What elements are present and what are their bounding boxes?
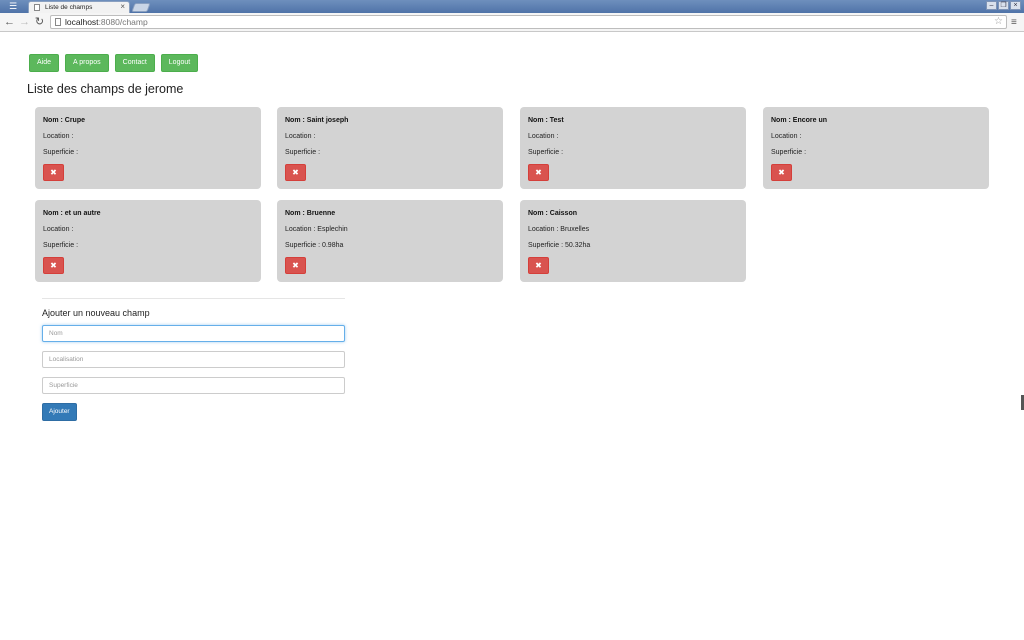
form-divider bbox=[42, 298, 345, 299]
field-card: Nom : Crupe Location : Superficie : ✖ bbox=[35, 107, 261, 189]
field-superficie: Superficie : bbox=[285, 149, 321, 156]
delete-field-button[interactable]: ✖ bbox=[43, 164, 64, 181]
field-card: Nom : Bruenne Location : Esplechin Super… bbox=[277, 200, 503, 282]
page-content: Aide A propos Contact Logout Liste des c… bbox=[0, 33, 1024, 640]
field-name: Nom : Caisson bbox=[528, 210, 578, 217]
field-card: Nom : Saint joseph Location : Superficie… bbox=[277, 107, 503, 189]
close-window-icon[interactable]: × bbox=[1010, 1, 1021, 10]
add-field-button[interactable]: Ajouter bbox=[42, 403, 77, 421]
field-card: Nom : Caisson Location : Bruxelles Super… bbox=[520, 200, 746, 282]
field-card: Nom : et un autre Location : Superficie … bbox=[35, 200, 261, 282]
minimize-icon[interactable]: – bbox=[986, 1, 997, 10]
reload-icon[interactable]: ↻ bbox=[33, 15, 46, 29]
delete-field-button[interactable]: ✖ bbox=[285, 164, 306, 181]
delete-field-button[interactable]: ✖ bbox=[771, 164, 792, 181]
browser-menu-icon[interactable]: ☰ bbox=[3, 1, 23, 12]
field-superficie: Superficie : bbox=[771, 149, 807, 156]
chrome-menu-icon[interactable]: ≡ bbox=[1011, 16, 1017, 29]
delete-field-button[interactable]: ✖ bbox=[528, 164, 549, 181]
field-name: Nom : Test bbox=[528, 117, 564, 124]
tab-title: Liste de champs bbox=[45, 4, 93, 11]
localisation-input[interactable] bbox=[42, 351, 345, 368]
field-name: Nom : Bruenne bbox=[285, 210, 336, 217]
field-name: Nom : et un autre bbox=[43, 210, 101, 217]
back-icon[interactable]: ← bbox=[3, 15, 16, 29]
field-location: Location : Bruxelles bbox=[528, 226, 590, 233]
delete-field-button[interactable]: ✖ bbox=[285, 257, 306, 274]
add-field-form-title: Ajouter un nouveau champ bbox=[42, 308, 150, 318]
nav-contact-button[interactable]: Contact bbox=[114, 54, 155, 72]
nom-input[interactable] bbox=[42, 325, 345, 342]
field-name: Nom : Saint joseph bbox=[285, 117, 349, 124]
address-bar[interactable]: localhost:8080/champ ☆ bbox=[50, 15, 1007, 29]
field-location: Location : bbox=[771, 133, 802, 140]
field-superficie: Superficie : bbox=[43, 242, 79, 249]
field-location: Location : bbox=[43, 226, 74, 233]
new-tab-button[interactable] bbox=[131, 3, 151, 12]
browser-titlebar: ☰ Liste de champs × – ❐ × bbox=[0, 0, 1024, 13]
delete-field-button[interactable]: ✖ bbox=[43, 257, 64, 274]
field-superficie: Superficie : bbox=[528, 149, 564, 156]
field-location: Location : bbox=[528, 133, 559, 140]
field-location: Location : bbox=[43, 133, 74, 140]
delete-field-button[interactable]: ✖ bbox=[528, 257, 549, 274]
field-location: Location : Esplechin bbox=[285, 226, 348, 233]
nav-aide-button[interactable]: Aide bbox=[29, 54, 60, 72]
page-favicon-icon bbox=[34, 4, 40, 11]
field-card: Nom : Test Location : Superficie : ✖ bbox=[520, 107, 746, 189]
bookmark-star-icon[interactable]: ☆ bbox=[994, 15, 1003, 29]
field-superficie: Superficie : 0.98ha bbox=[285, 242, 344, 249]
field-card: Nom : Encore un Location : Superficie : … bbox=[763, 107, 989, 189]
field-superficie: Superficie : bbox=[43, 149, 79, 156]
forward-icon[interactable]: → bbox=[18, 15, 31, 29]
browser-toolbar: ← → ↻ localhost:8080/champ ☆ ≡ bbox=[0, 13, 1024, 32]
field-location: Location : bbox=[285, 133, 316, 140]
field-superficie: Superficie : 50.32ha bbox=[528, 242, 591, 249]
url-text: localhost:8080/champ bbox=[65, 17, 148, 27]
tab-close-icon[interactable]: × bbox=[120, 2, 125, 12]
nav-apropos-button[interactable]: A propos bbox=[65, 54, 109, 72]
page-icon bbox=[55, 18, 61, 26]
top-nav: Aide A propos Contact Logout bbox=[29, 54, 199, 72]
field-name: Nom : Crupe bbox=[43, 117, 85, 124]
browser-tab[interactable]: Liste de champs × bbox=[28, 1, 130, 13]
field-name: Nom : Encore un bbox=[771, 117, 828, 124]
nav-logout-button[interactable]: Logout bbox=[160, 54, 199, 72]
restore-icon[interactable]: ❐ bbox=[998, 1, 1009, 10]
superficie-input[interactable] bbox=[42, 377, 345, 394]
page-title: Liste des champs de jerome bbox=[27, 82, 184, 96]
